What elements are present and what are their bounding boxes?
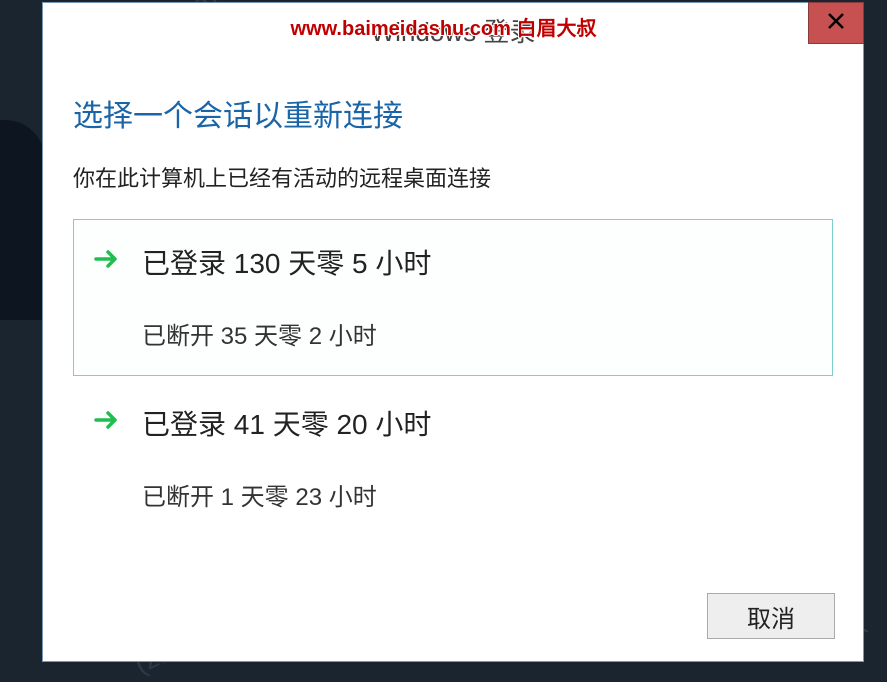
session-text: 已登录 130 天零 5 小时 已断开 35 天零 2 小时 [142,242,812,351]
session-list: 已登录 130 天零 5 小时 已断开 35 天零 2 小时 已登录 41 天零… [73,219,833,537]
session-item[interactable]: 已登录 130 天零 5 小时 已断开 35 天零 2 小时 [73,219,833,376]
instruction-title: 选择一个会话以重新连接 [73,91,833,135]
session-item[interactable]: 已登录 41 天零 20 小时 已断开 1 天零 23 小时 [73,380,833,537]
instruction-subtitle: 你在此计算机上已经有活动的远程桌面连接 [73,161,833,193]
dialog-content: 选择一个会话以重新连接 你在此计算机上已经有活动的远程桌面连接 已登录 130 … [43,57,863,561]
overlay-watermark-url: www.baimeidashu.com 白眉大叔 [291,12,597,41]
arrow-right-icon [94,409,120,436]
close-button[interactable] [808,2,864,44]
session-disconnected-label: 已断开 1 天零 23 小时 [142,477,812,512]
session-logged-in-label: 已登录 41 天零 20 小时 [142,403,812,443]
background-shape [0,120,45,320]
session-logged-in-label: 已登录 130 天零 5 小时 [142,242,812,282]
login-dialog: Windows 登录 选择一个会话以重新连接 你在此计算机上已经有活动的远程桌面… [42,2,864,662]
session-text: 已登录 41 天零 20 小时 已断开 1 天零 23 小时 [142,403,812,512]
button-row: 取消 [707,593,835,639]
session-disconnected-label: 已断开 35 天零 2 小时 [142,316,812,351]
close-icon [827,12,845,35]
cancel-button[interactable]: 取消 [707,593,835,639]
arrow-right-icon [94,248,120,275]
